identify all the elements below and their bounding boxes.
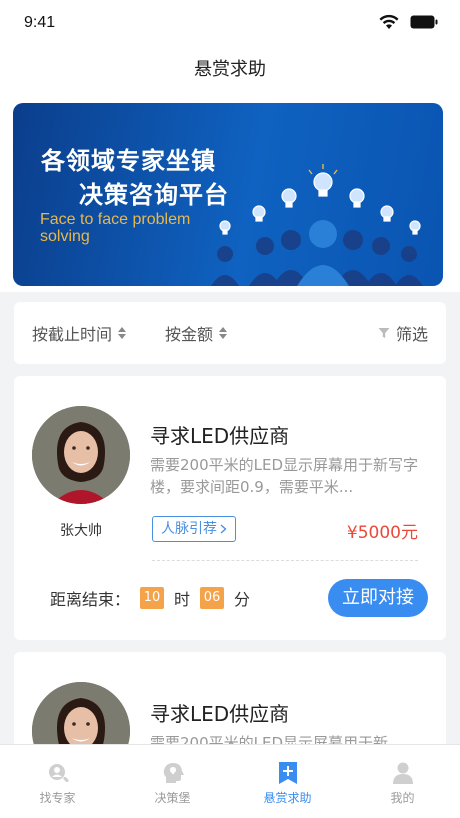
user-icon bbox=[392, 762, 413, 784]
head-idea-icon bbox=[163, 763, 184, 783]
battery-icon bbox=[410, 15, 438, 29]
bookmark-plus-icon bbox=[278, 762, 297, 784]
referral-tag-label: 人脉引荐 bbox=[161, 521, 217, 537]
bounty-card[interactable]: 寻求LED供应商 需要200平米的LED显示屏幕用于新写字楼，要求间距0.9，需… bbox=[14, 376, 446, 640]
sort-by-amount[interactable]: 按金额 bbox=[165, 302, 228, 364]
sort-by-deadline[interactable]: 按截止时间 bbox=[32, 302, 127, 364]
status-bar: 9:41 bbox=[0, 0, 460, 48]
avatar bbox=[32, 406, 130, 504]
card-divider bbox=[152, 560, 418, 561]
status-icons bbox=[378, 14, 438, 30]
tab-label: 找专家 bbox=[39, 791, 76, 805]
author-name: 张大帅 bbox=[60, 523, 102, 539]
sort-by-deadline-label: 按截止时间 bbox=[32, 325, 113, 344]
bounty-price: ¥5000元 bbox=[346, 523, 418, 543]
card-title: 寻求LED供应商 bbox=[150, 424, 290, 448]
countdown-minutes: 06 bbox=[200, 587, 225, 609]
tab-find-expert[interactable]: 找专家 bbox=[0, 745, 115, 818]
banner-english-text: Face to face problem solving bbox=[40, 211, 230, 245]
chevron-right-icon bbox=[220, 524, 227, 534]
wifi-icon bbox=[379, 14, 399, 29]
countdown-label: 距离结束： bbox=[50, 590, 131, 609]
tab-bounty-help[interactable]: 悬赏求助 bbox=[230, 745, 345, 818]
status-time: 9:41 bbox=[24, 14, 56, 31]
card-description: 需要200平米的LED显示屏幕用于新写字楼，要求间距0.9，需要平米... bbox=[150, 456, 419, 496]
connect-now-button[interactable]: 立即对接 bbox=[328, 579, 428, 617]
sort-by-amount-label: 按金额 bbox=[165, 325, 214, 344]
filter-button[interactable]: 筛选 bbox=[378, 302, 428, 364]
banner-english-line2: solving bbox=[40, 228, 90, 245]
tab-label: 决策堡 bbox=[154, 791, 191, 805]
referral-tag[interactable]: 人脉引荐 bbox=[152, 516, 236, 542]
banner-headline: 各领域专家坐镇 bbox=[41, 147, 216, 175]
card-title: 寻求LED供应商 bbox=[150, 702, 290, 726]
bottom-tab-bar: 找专家 决策堡 悬赏求助 我的 bbox=[0, 744, 460, 818]
search-person-icon bbox=[48, 764, 69, 783]
countdown-hours: 10 bbox=[140, 587, 165, 609]
countdown-minutes-unit: 分 bbox=[234, 590, 251, 609]
tab-label: 我的 bbox=[390, 791, 415, 805]
avatar-portrait-image bbox=[32, 406, 130, 504]
tab-label: 悬赏求助 bbox=[263, 791, 312, 805]
sort-arrows-icon bbox=[118, 327, 127, 339]
banner-english-line1: Face to face problem bbox=[40, 211, 191, 228]
funnel-icon bbox=[378, 328, 390, 338]
tab-mine[interactable]: 我的 bbox=[345, 745, 460, 818]
tab-decision-fort[interactable]: 决策堡 bbox=[115, 745, 230, 818]
promo-banner[interactable]: 各领域专家坐镇 决策咨询平台 Face to face problem solv… bbox=[13, 103, 443, 286]
countdown: 距离结束： 10 时 06 分 bbox=[50, 586, 250, 610]
countdown-hours-unit: 时 bbox=[174, 590, 191, 609]
sort-arrows-icon bbox=[219, 327, 228, 339]
filter-bar: 按截止时间 按金额 筛选 bbox=[14, 302, 446, 364]
nav-bar: 悬赏求助 bbox=[0, 48, 460, 92]
experts-lightbulb-illustration bbox=[211, 164, 423, 286]
filter-label: 筛选 bbox=[395, 325, 428, 344]
page-title: 悬赏求助 bbox=[194, 59, 266, 80]
